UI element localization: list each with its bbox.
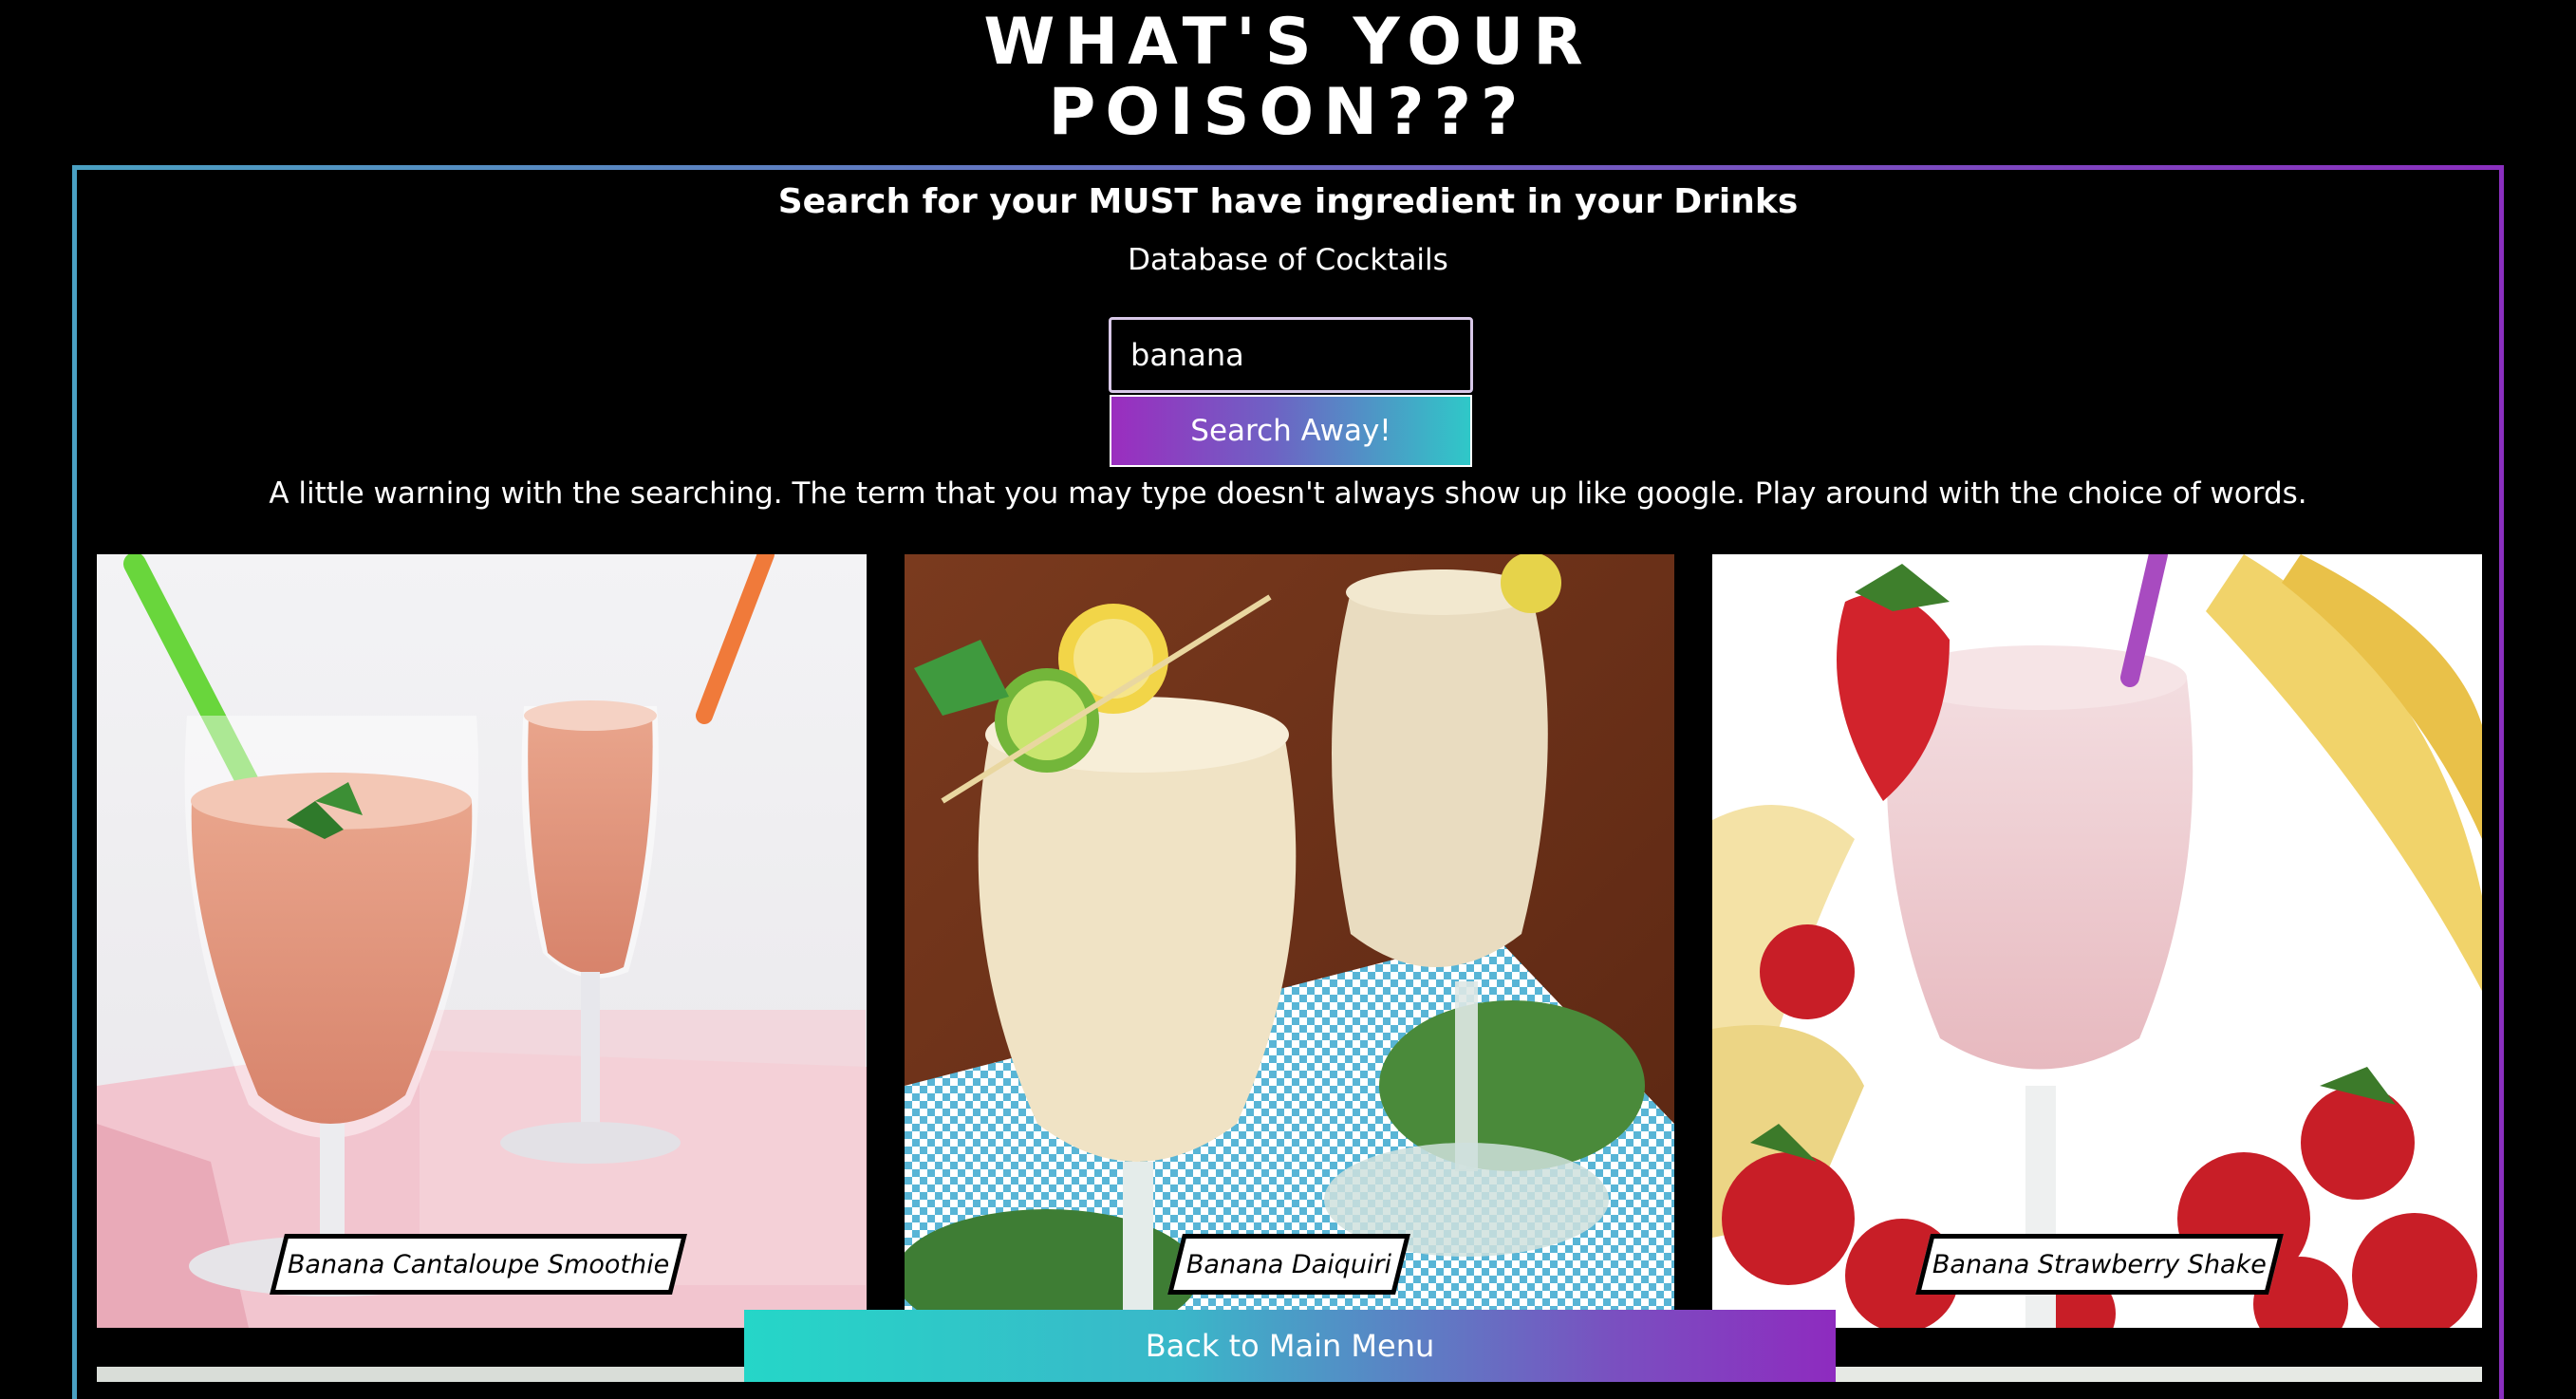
search-input[interactable]	[1109, 317, 1473, 393]
drink-name-label: Banana Cantaloupe Smoothie	[270, 1234, 687, 1295]
search-heading: Search for your MUST have ingredient in …	[777, 182, 1799, 221]
drink-photo-smoothie	[97, 554, 867, 1328]
drink-photo-daiquiri	[905, 554, 1674, 1328]
search-warning: A little warning with the searching. The…	[269, 476, 2307, 511]
page-title: WHAT'S YOUR POISON???	[0, 8, 2576, 148]
drink-card-banana-cantaloupe-smoothie[interactable]: Banana Cantaloupe Smoothie	[97, 554, 867, 1328]
drink-card-banana-strawberry-shake[interactable]: Banana Strawberry Shake	[1712, 554, 2482, 1328]
drink-card-banana-daiquiri[interactable]: Banana Daiquiri	[905, 554, 1674, 1328]
drink-name-label: Banana Strawberry Shake	[1915, 1234, 2284, 1295]
back-to-main-menu-button[interactable]: Back to Main Menu	[744, 1310, 1836, 1382]
page-title-line1: WHAT'S YOUR	[983, 5, 1593, 80]
database-label: Database of Cocktails	[1128, 243, 1448, 277]
search-button[interactable]: Search Away!	[1110, 395, 1472, 467]
drink-name-label: Banana Daiquiri	[1167, 1234, 1410, 1295]
drink-photo-shake	[1712, 554, 2482, 1328]
page-title-line2: POISON???	[1048, 75, 1528, 150]
